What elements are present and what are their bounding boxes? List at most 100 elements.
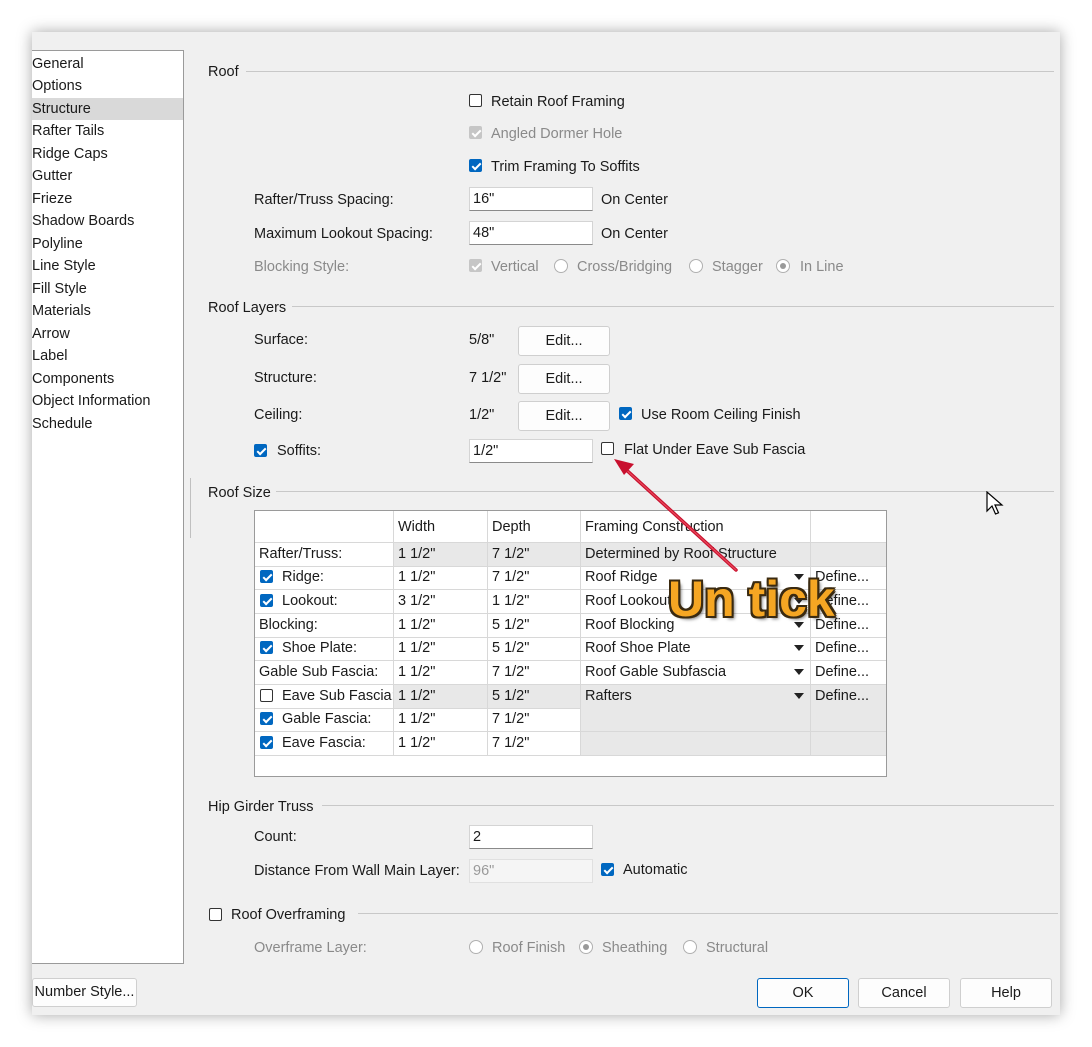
- row-label-text: Gable Fascia:: [282, 711, 372, 727]
- overframe-roof-finish-label: Roof Finish: [492, 940, 566, 956]
- angled-dormer-hole-checkbox: [469, 126, 482, 139]
- automatic-checkbox[interactable]: [601, 863, 614, 876]
- number-style-button[interactable]: Number Style...: [32, 978, 137, 1007]
- table-cell-width[interactable]: 1 1/2": [394, 732, 488, 756]
- annotation-arrow: [614, 459, 738, 572]
- table-cell-width[interactable]: 1 1/2": [394, 566, 488, 590]
- table-cell-width[interactable]: 1 1/2": [394, 637, 488, 661]
- retain-roof-framing-checkbox[interactable]: [469, 94, 482, 107]
- cancel-button[interactable]: Cancel: [858, 978, 950, 1008]
- row-label-text: Eave Fascia:: [282, 735, 366, 751]
- ceiling-label: Ceiling:: [254, 407, 303, 423]
- sidebar-item-components[interactable]: Components: [32, 368, 183, 390]
- table-cell-depth[interactable]: 5 1/2": [488, 685, 581, 709]
- soffits-checkbox[interactable]: [254, 444, 267, 457]
- soffits-input[interactable]: 1/2": [469, 439, 593, 463]
- table-header-corner: [255, 511, 394, 543]
- trim-framing-label: Trim Framing To Soffits: [491, 159, 640, 175]
- table-cell-depth[interactable]: 1 1/2": [488, 590, 581, 614]
- row-enable-checkbox[interactable]: [260, 594, 273, 607]
- row-label-text: Eave Sub Fascia:: [282, 688, 394, 704]
- overframe-layer-label: Overframe Layer:: [254, 940, 367, 956]
- table-row-label: Gable Sub Fascia:: [255, 661, 394, 685]
- row-enable-checkbox[interactable]: [260, 712, 273, 725]
- row-enable-checkbox[interactable]: [260, 689, 273, 702]
- table-cell-depth[interactable]: 7 1/2": [488, 708, 581, 732]
- table-row-label: Ridge:: [255, 566, 394, 590]
- table-cell-depth[interactable]: 7 1/2": [488, 732, 581, 756]
- define-button[interactable]: Define...: [811, 685, 886, 709]
- table-cell-depth[interactable]: 5 1/2": [488, 614, 581, 638]
- surface-edit-button[interactable]: Edit...: [518, 326, 610, 356]
- sidebar-item-fill-style[interactable]: Fill Style: [32, 278, 183, 300]
- framing-dropdown[interactable]: Roof Gable Subfascia: [581, 661, 811, 685]
- row-label-text: Gable Sub Fascia:: [259, 664, 379, 680]
- sidebar-item-schedule[interactable]: Schedule: [32, 413, 183, 435]
- table-cell-depth[interactable]: 7 1/2": [488, 566, 581, 590]
- help-button[interactable]: Help: [960, 978, 1052, 1008]
- row-label-text: Blocking:: [259, 617, 318, 633]
- roof-section-title: Roof: [208, 64, 239, 80]
- dropdown-arrow-icon[interactable]: [794, 693, 804, 699]
- trim-framing-checkbox[interactable]: [469, 159, 482, 172]
- sidebar-item-line-style[interactable]: Line Style: [32, 255, 183, 277]
- overframe-sheathing-radio: [579, 940, 593, 954]
- table-cell-width[interactable]: 1 1/2": [394, 685, 488, 709]
- framing-dropdown[interactable]: Rafters: [581, 685, 811, 709]
- sidebar-item-frieze[interactable]: Frieze: [32, 188, 183, 210]
- define-button: [811, 708, 886, 732]
- table-cell-width[interactable]: 1 1/2": [394, 661, 488, 685]
- table-cell-depth[interactable]: 5 1/2": [488, 637, 581, 661]
- sidebar-item-object-information[interactable]: Object Information: [32, 390, 183, 412]
- structure-edit-button[interactable]: Edit...: [518, 364, 610, 394]
- ceiling-edit-button[interactable]: Edit...: [518, 401, 610, 431]
- table-cell-width[interactable]: 1 1/2": [394, 614, 488, 638]
- sidebar-item-polyline[interactable]: Polyline: [32, 233, 183, 255]
- annotation-text: Un tick: [668, 571, 835, 627]
- soffits-label: Soffits:: [277, 443, 322, 459]
- dropdown-arrow-icon[interactable]: [794, 645, 804, 651]
- sidebar-item-shadow-boards[interactable]: Shadow Boards: [32, 210, 183, 232]
- roof-layers-title: Roof Layers: [208, 300, 287, 316]
- row-enable-checkbox[interactable]: [260, 736, 273, 749]
- row-enable-checkbox[interactable]: [260, 570, 273, 583]
- row-label-text: Shoe Plate:: [282, 640, 357, 656]
- sidebar-item-ridge-caps[interactable]: Ridge Caps: [32, 143, 183, 165]
- table-cell-width[interactable]: 3 1/2": [394, 590, 488, 614]
- define-button[interactable]: Define...: [811, 637, 886, 661]
- lookout-spacing-input[interactable]: 48": [469, 221, 593, 245]
- surface-value: 5/8": [469, 332, 495, 348]
- sidebar-item-gutter[interactable]: Gutter: [32, 165, 183, 187]
- category-list[interactable]: General Options Structure Rafter Tails Ridge…: [32, 50, 184, 964]
- framing-dropdown[interactable]: Roof Shoe Plate: [581, 637, 811, 661]
- rafter-spacing-input[interactable]: 16": [469, 187, 593, 211]
- table-cell-width[interactable]: 1 1/2": [394, 543, 488, 567]
- dropdown-arrow-icon[interactable]: [794, 669, 804, 675]
- lookout-spacing-suffix: On Center: [601, 226, 668, 242]
- angled-dormer-hole-label: Angled Dormer Hole: [491, 126, 623, 142]
- table-cell-width[interactable]: 1 1/2": [394, 708, 488, 732]
- sidebar-item-materials[interactable]: Materials: [32, 300, 183, 322]
- sidebar-item-general[interactable]: General: [32, 53, 183, 75]
- row-enable-checkbox[interactable]: [260, 641, 273, 654]
- row-label-text: Ridge:: [282, 569, 324, 585]
- sidebar-item-options[interactable]: Options: [32, 75, 183, 97]
- blocking-stagger-label: Stagger: [712, 259, 763, 275]
- blocking-stagger-radio: [689, 259, 703, 273]
- use-room-ceiling-checkbox[interactable]: [619, 407, 632, 420]
- roof-overframing-checkbox[interactable]: [209, 908, 222, 921]
- table-cell-depth[interactable]: 7 1/2": [488, 543, 581, 567]
- overframe-structural-radio: [683, 940, 697, 954]
- sidebar-item-arrow[interactable]: Arrow: [32, 323, 183, 345]
- splitter-handle[interactable]: [190, 478, 191, 538]
- define-button[interactable]: Define...: [811, 661, 886, 685]
- mouse-pointer-icon: [986, 491, 1004, 515]
- ok-button[interactable]: OK: [757, 978, 849, 1008]
- table-cell-depth[interactable]: 7 1/2": [488, 661, 581, 685]
- structure-value: 7 1/2": [469, 370, 507, 386]
- sidebar-item-label[interactable]: Label: [32, 345, 183, 367]
- sidebar-item-structure[interactable]: Structure: [32, 98, 183, 120]
- count-input[interactable]: 2: [469, 825, 593, 849]
- framing-dropdown: [581, 732, 811, 756]
- sidebar-item-rafter-tails[interactable]: Rafter Tails: [32, 120, 183, 142]
